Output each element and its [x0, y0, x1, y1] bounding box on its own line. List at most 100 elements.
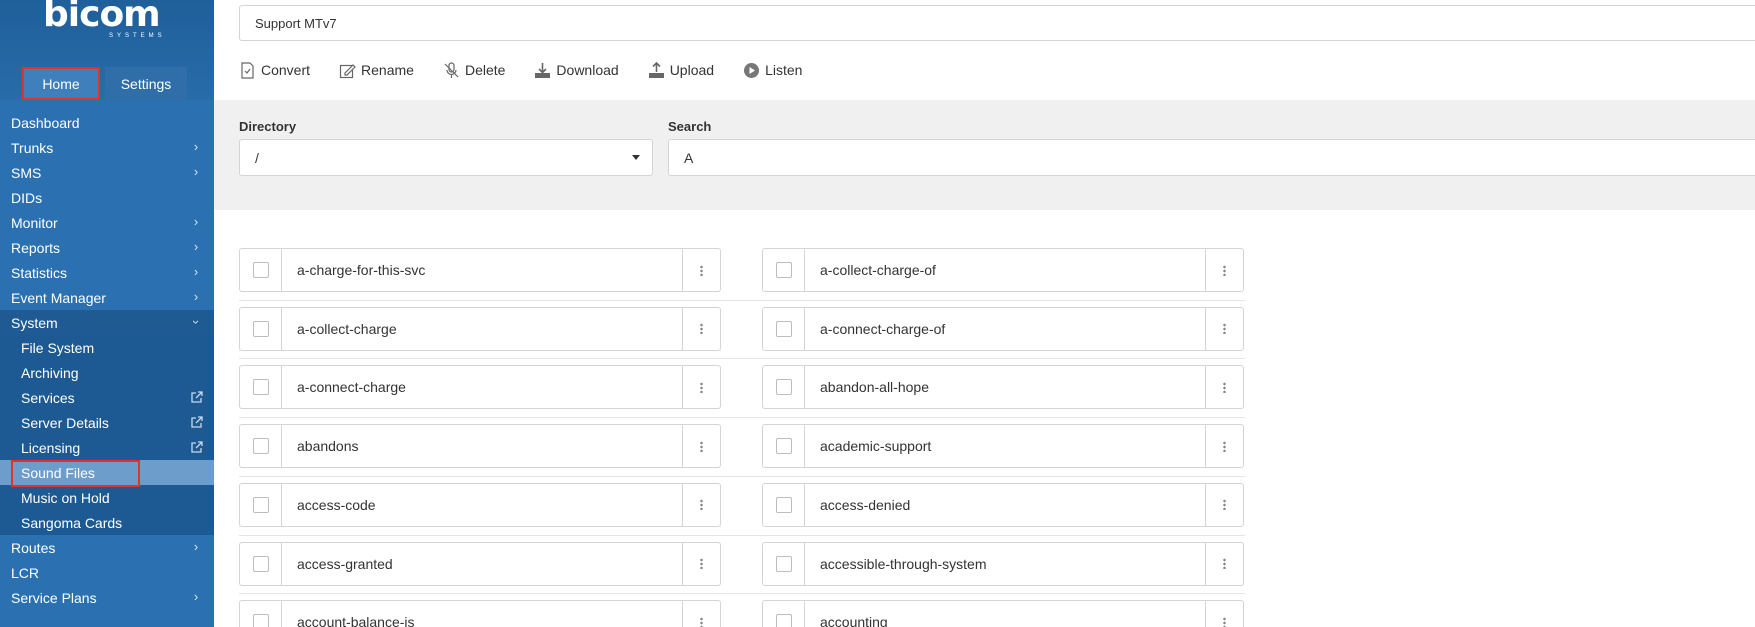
more-options-button[interactable]	[682, 542, 720, 585]
sidebar-item-statistics[interactable]: Statistics ›	[0, 260, 214, 285]
listen-button[interactable]: Listen	[743, 58, 802, 82]
sound-file-item[interactable]: a-collect-charge-of	[762, 248, 1244, 292]
row-divider	[239, 534, 1245, 536]
select-checkbox[interactable]	[252, 555, 269, 572]
sound-file-item[interactable]: abandon-all-hope	[762, 365, 1244, 410]
sound-file-item[interactable]: accounting	[762, 600, 1244, 627]
select-checkbox[interactable]	[252, 614, 269, 627]
sidebar-item-lcr[interactable]: LCR	[0, 560, 214, 585]
select-cell[interactable]	[763, 542, 805, 585]
select-cell[interactable]	[763, 249, 805, 291]
select-cell[interactable]	[763, 425, 805, 468]
select-checkbox[interactable]	[775, 438, 792, 455]
more-options-button[interactable]	[1205, 483, 1243, 526]
delete-label: Delete	[464, 62, 506, 78]
select-checkbox[interactable]	[252, 379, 269, 396]
sidebar-item-archiving[interactable]: Archiving	[0, 360, 214, 385]
select-checkbox[interactable]	[775, 496, 792, 513]
more-options-button[interactable]	[1205, 425, 1243, 468]
more-options-button[interactable]	[682, 483, 720, 526]
select-cell[interactable]	[763, 483, 805, 526]
chevron-right-icon: ›	[193, 589, 199, 604]
more-options-button[interactable]	[682, 366, 720, 409]
sidebar-item-sms[interactable]: SMS ›	[0, 160, 214, 185]
select-cell[interactable]	[763, 601, 805, 627]
select-checkbox[interactable]	[252, 496, 269, 513]
delete-button[interactable]: Delete	[443, 58, 505, 82]
sidebar-item-music-on-hold[interactable]: Music on Hold	[0, 485, 214, 510]
sidebar-item-event-manager[interactable]: Event Manager ›	[0, 285, 214, 310]
sound-file-item[interactable]: accessible-through-system	[762, 541, 1244, 586]
sidebar-item-trunks[interactable]: Trunks ›	[0, 135, 214, 160]
sidebar-item-dids[interactable]: DIDs	[0, 185, 214, 210]
sound-file-item[interactable]: access-granted	[239, 541, 721, 586]
search-value: A	[684, 149, 694, 166]
select-cell[interactable]	[240, 483, 282, 526]
bicom-logo[interactable]: bicom SYSTEMS	[0, 0, 214, 46]
more-options-button[interactable]	[1205, 249, 1243, 291]
more-options-button[interactable]	[682, 307, 720, 350]
sidebar-item-services[interactable]: Services	[0, 385, 214, 410]
more-options-button[interactable]	[1205, 366, 1243, 409]
home-tab[interactable]: Home	[22, 67, 100, 100]
sound-file-item[interactable]: access-code	[239, 482, 721, 527]
select-checkbox[interactable]	[775, 555, 792, 572]
select-checkbox[interactable]	[775, 379, 792, 396]
select-cell[interactable]	[240, 542, 282, 585]
select-cell[interactable]	[240, 307, 282, 350]
search-input[interactable]: A	[668, 139, 1755, 176]
sound-file-item[interactable]: academic-support	[762, 424, 1244, 469]
sound-file-item[interactable]: a-collect-charge	[239, 306, 721, 351]
sidebar-item-server-details[interactable]: Server Details	[0, 410, 214, 435]
chevron-right-icon: ›	[193, 214, 199, 229]
sidebar-item-sangoma-cards[interactable]: Sangoma Cards	[0, 510, 214, 535]
select-cell[interactable]	[240, 425, 282, 468]
sound-file-item[interactable]: a-connect-charge	[239, 365, 721, 410]
select-cell[interactable]	[763, 307, 805, 350]
sidebar-item-sound-files[interactable]: Sound Files	[0, 460, 214, 487]
select-checkbox[interactable]	[252, 262, 269, 278]
download-button[interactable]: Download	[534, 58, 619, 82]
more-options-button[interactable]	[1205, 307, 1243, 350]
sidebar-item-reports[interactable]: Reports ›	[0, 235, 214, 260]
sidebar-item-service-plans[interactable]: Service Plans ›	[0, 585, 214, 610]
kebab-menu-icon	[700, 499, 703, 511]
select-checkbox[interactable]	[252, 438, 269, 455]
select-cell[interactable]	[240, 249, 282, 291]
select-cell[interactable]	[763, 366, 805, 409]
sound-file-item[interactable]: abandons	[239, 424, 721, 469]
convert-button[interactable]: Convert	[239, 58, 310, 82]
select-checkbox[interactable]	[775, 614, 792, 627]
server-title-field[interactable]: Support MTv7	[239, 5, 1755, 41]
sound-file-item[interactable]: a-charge-for-this-svc	[239, 248, 721, 292]
sidebar-item-monitor[interactable]: Monitor ›	[0, 210, 214, 235]
select-checkbox[interactable]	[775, 262, 792, 278]
sound-file-item[interactable]: account-balance-is	[239, 600, 721, 627]
sound-file-name: academic-support	[820, 438, 932, 455]
more-options-button[interactable]	[682, 601, 720, 627]
select-cell[interactable]	[240, 601, 282, 627]
more-options-button[interactable]	[682, 425, 720, 468]
upload-button[interactable]: Upload	[648, 58, 714, 82]
directory-select[interactable]: /	[239, 139, 653, 176]
select-cell[interactable]	[240, 366, 282, 409]
sidebar-item-dashboard[interactable]: Dashboard	[0, 110, 214, 135]
more-options-button[interactable]	[1205, 601, 1243, 627]
more-options-button[interactable]	[1205, 542, 1243, 585]
sound-file-item[interactable]: access-denied	[762, 482, 1244, 527]
logo-text: bicom	[43, 0, 161, 35]
sidebar-item-file-system[interactable]: File System	[0, 335, 214, 360]
sound-file-name: abandon-all-hope	[820, 379, 929, 396]
sidebar-item-licensing[interactable]: Licensing	[0, 435, 214, 460]
settings-tab[interactable]: Settings	[105, 67, 187, 100]
select-checkbox[interactable]	[252, 320, 269, 337]
sidebar-item-label: Services	[21, 389, 75, 406]
sidebar-item-system[interactable]: System ›	[0, 310, 214, 335]
rename-button[interactable]: Rename	[339, 58, 414, 82]
more-options-button[interactable]	[682, 249, 720, 291]
select-checkbox[interactable]	[775, 320, 792, 337]
row-divider	[239, 593, 1245, 595]
sidebar-item-routes[interactable]: Routes ›	[0, 535, 214, 560]
sidebar-item-label: Sound Files	[21, 464, 95, 481]
sound-file-item[interactable]: a-connect-charge-of	[762, 306, 1244, 351]
